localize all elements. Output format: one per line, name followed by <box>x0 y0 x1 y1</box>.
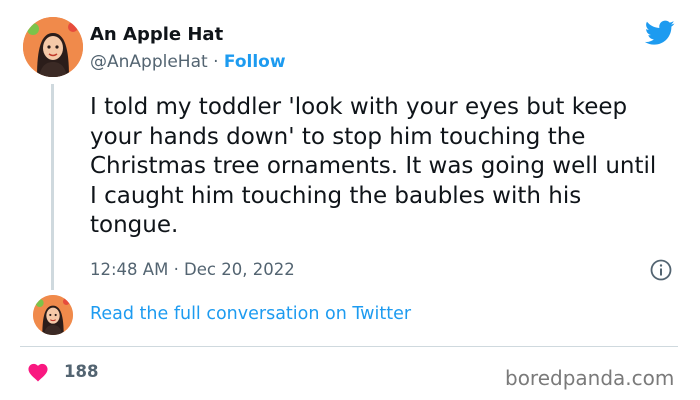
watermark: boredpanda.com <box>505 366 675 390</box>
handle-row: @AnAppleHat · Follow <box>90 52 286 72</box>
divider <box>20 346 678 347</box>
timestamp[interactable]: 12:48 AM · Dec 20, 2022 <box>90 260 295 279</box>
info-icon[interactable] <box>650 259 672 281</box>
twitter-bird-icon[interactable] <box>645 20 675 46</box>
like-count: 188 <box>64 362 99 381</box>
reply-avatar[interactable] <box>33 295 73 335</box>
follow-button[interactable]: Follow <box>224 52 286 72</box>
heart-icon[interactable] <box>27 362 49 382</box>
thread-line <box>51 84 54 290</box>
author-avatar[interactable] <box>23 17 83 77</box>
avatar-illustration <box>23 17 83 77</box>
avatar-illustration <box>33 295 73 335</box>
read-conversation-link[interactable]: Read the full conversation on Twitter <box>90 304 411 324</box>
display-name[interactable]: An Apple Hat <box>90 24 223 45</box>
handle-separator: · <box>213 52 219 72</box>
tweet-text: I told my toddler 'look with your eyes b… <box>90 94 657 238</box>
handle[interactable]: @AnAppleHat <box>90 52 208 72</box>
